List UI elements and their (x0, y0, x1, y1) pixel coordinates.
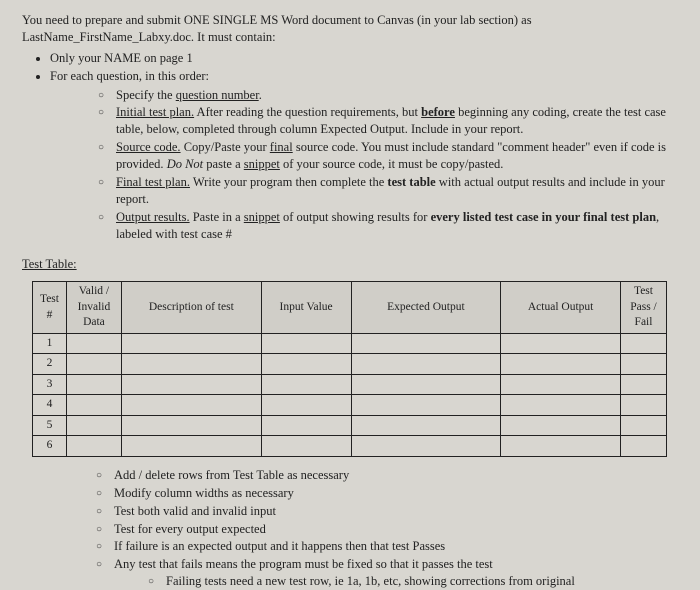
main-bullet-2-text: For each question, in this order: (50, 69, 209, 83)
sub-note-list: Failing tests need a new test row, ie 1a… (114, 573, 678, 590)
table-row: 6 (33, 436, 667, 457)
table-header-row: Test # Valid / Invalid Data Description … (33, 282, 667, 334)
note-1: Add / delete rows from Test Table as nec… (96, 467, 678, 484)
sub-item-1: Specify the question number. (98, 87, 678, 104)
note-4: Test for every output expected (96, 521, 678, 538)
note-2: Modify column widths as necessary (96, 485, 678, 502)
table-row: 2 (33, 354, 667, 375)
main-list: Only your NAME on page 1 For each questi… (22, 50, 678, 243)
sub-item-2: Initial test plan. After reading the que… (98, 104, 678, 138)
th-actual: Actual Output (501, 282, 621, 334)
test-table: Test # Valid / Invalid Data Description … (32, 281, 667, 457)
sub-note-1: Failing tests need a new test row, ie 1a… (148, 573, 678, 590)
table-row: 5 (33, 415, 667, 436)
main-bullet-1: Only your NAME on page 1 (50, 50, 678, 67)
th-expected: Expected Output (351, 282, 501, 334)
note-3: Test both valid and invalid input (96, 503, 678, 520)
main-bullet-2: For each question, in this order: Specif… (50, 68, 678, 243)
note-6: Any test that fails means the program mu… (96, 556, 678, 590)
th-input: Input Value (261, 282, 351, 334)
note-5: If failure is an expected output and it … (96, 538, 678, 555)
table-row: 4 (33, 395, 667, 416)
sub-list: Specify the question number. Initial tes… (50, 87, 678, 243)
th-valid: Valid / Invalid Data (66, 282, 121, 334)
intro-text: You need to prepare and submit ONE SINGL… (22, 12, 678, 46)
table-body: 1 2 3 4 5 6 (33, 333, 667, 456)
sub-item-4: Final test plan. Write your program then… (98, 174, 678, 208)
test-table-label: Test Table: (22, 256, 678, 273)
notes-list: Add / delete rows from Test Table as nec… (22, 467, 678, 590)
table-row: 1 (33, 333, 667, 354)
table-row: 3 (33, 374, 667, 395)
th-desc: Description of test (121, 282, 261, 334)
th-pass: Test Pass / Fail (620, 282, 666, 334)
sub-item-5: Output results. Paste in a snippet of ou… (98, 209, 678, 243)
sub-item-3: Source code. Copy/Paste your final sourc… (98, 139, 678, 173)
th-test-num: Test # (33, 282, 67, 334)
